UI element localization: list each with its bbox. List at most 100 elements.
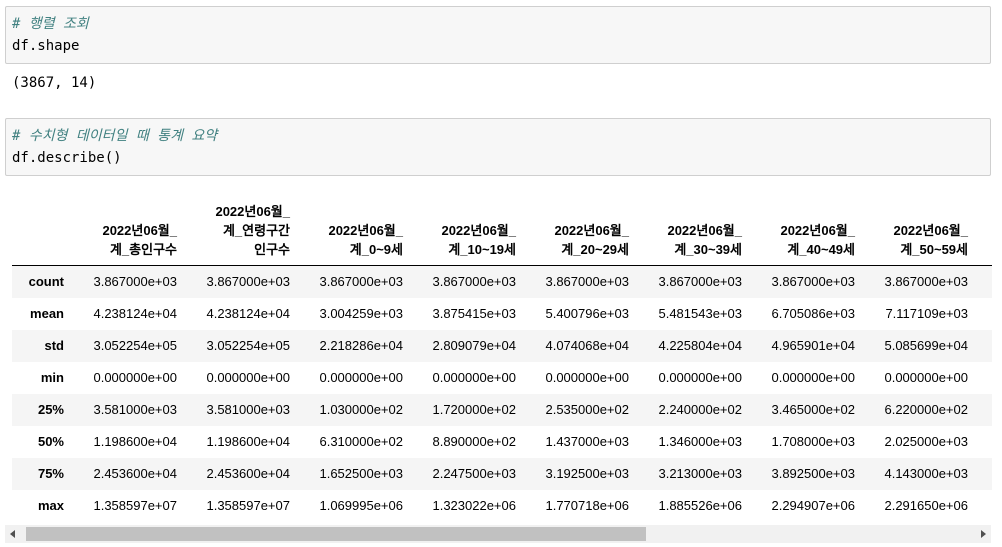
code-cell-describe[interactable]: # 수치형 데이터일 때 통계 요약 df.describe() [5, 118, 991, 176]
column-header-line: 2022년06월_ [893, 223, 968, 238]
column-header-line: 계_10~19세 [448, 242, 516, 257]
index-header [12, 186, 72, 266]
table-cell: 1.358597e+07 [93, 498, 177, 513]
column-header: 2022년06월_ 계_20~29세 [524, 186, 637, 266]
arrow-left-icon[interactable] [10, 530, 15, 538]
table-cell: 1.70 [976, 490, 992, 517]
table-cell: 1.770718e+06 [545, 498, 629, 513]
table-cell: 3.867000e+03 [206, 274, 290, 290]
table-header-row: 2022년06월_ 계_총인구수 2022년06월_ 계_연령구간 인구수 2022년06… [12, 186, 992, 266]
table-cell: 2.240000e+02 [658, 402, 742, 417]
table-cell: 5.481543e+03 [658, 306, 742, 321]
table-cell: 0.00 [976, 362, 992, 394]
table-cell: 0.000000e+00 [771, 370, 855, 385]
row-label: count [28, 274, 64, 290]
table-cell: 2.218286e+04 [319, 338, 403, 353]
column-header-line: 계_30~39세 [674, 242, 742, 257]
table-cell: 3.213000e+03 [658, 466, 742, 481]
column-header-line: 계_20~29세 [561, 242, 629, 257]
table-cell: 4.143000e+03 [884, 466, 968, 481]
table-cell: 3.892500e+03 [771, 466, 855, 481]
cell-output-shape: (3867, 14) [12, 75, 97, 91]
table-cell: 1.198600e+04 [206, 434, 290, 449]
table-cell: 4.225804e+04 [658, 338, 742, 353]
table-cell: 3.867000e+03 [93, 274, 177, 290]
table-row: count 3.867000e+03 3.867000e+03 3.867000e+0… [12, 265, 992, 298]
horizontal-scrollbar[interactable] [5, 525, 991, 543]
column-header-line: 계_연령구간 [222, 223, 290, 238]
column-header: 2022년06월_ 계_30~39세 [637, 186, 750, 266]
code-comment: # 행렬 조회 [12, 16, 89, 32]
column-header-line: 2022년06월_ [780, 223, 855, 238]
describe-table: 2022년06월_ 계_총인구수 2022년06월_ 계_연령구간 인구수 2022년06… [12, 186, 992, 516]
column-header: 2022년06월_ 계_0~9세 [298, 186, 411, 266]
row-label: 75% [37, 466, 64, 481]
column-header-line: 계_0~9세 [349, 242, 403, 257]
table-cell: 3.22 [976, 458, 992, 490]
table-cell: 3.867000e+03 [771, 274, 855, 290]
table-row: max 1.358597e+07 1.358597e+07 1.069995e+06 1… [12, 489, 992, 517]
table-cell: 3.867000e+03 [884, 274, 968, 290]
table-cell: 4.238124e+04 [93, 306, 177, 321]
table-cell: 6.220000e+02 [884, 402, 968, 417]
table-cell: 1.437000e+03 [545, 434, 629, 449]
table-cell: 4.965901e+04 [771, 338, 855, 353]
table-cell: 3.052254e+05 [93, 338, 177, 353]
arrow-right-icon[interactable] [981, 530, 986, 538]
column-header-line: 2022년06월_ [441, 223, 516, 238]
table-cell: 1.346000e+03 [658, 434, 742, 449]
column-header-line: 계_50~59세 [900, 242, 968, 257]
column-header: 2022년06월_ 계_총인구수 [72, 186, 185, 266]
table-cell: 0.000000e+00 [884, 370, 968, 385]
scrollbar-thumb[interactable] [26, 527, 646, 541]
column-header-line: 2022년06월_ [667, 223, 742, 238]
table-cell: 1.720000e+02 [432, 402, 516, 417]
column-header-line: 계_총인구수 [109, 242, 177, 257]
code-cell-shape[interactable]: # 행렬 조회 df.shape [5, 6, 991, 64]
table-cell: 3.867000e+03 [976, 266, 992, 298]
table-cell: 7.92 [976, 394, 992, 426]
column-header-line: 2022년06월_ [102, 223, 177, 238]
table-cell: 3.581000e+03 [93, 402, 177, 417]
table-cell: 3.875415e+03 [432, 306, 516, 321]
table-cell: 2.535000e+02 [545, 402, 629, 417]
table-cell: 5.400796e+03 [545, 306, 629, 321]
table-cell: 3.052254e+05 [206, 338, 290, 353]
table-cell: 3.867000e+03 [545, 274, 629, 290]
table-row: 75% 2.453600e+04 2.453600e+04 1.652500e+03 2… [12, 457, 992, 490]
table-cell: 7.117109e+03 [885, 306, 968, 321]
table-cell: 6.705086e+03 [771, 306, 855, 321]
column-header: 2022년06월_계_60~69세 [976, 186, 992, 266]
table-cell: 2.025000e+03 [884, 434, 968, 449]
row-label: std [44, 338, 65, 353]
table-cell: 5.085699e+04 [884, 338, 968, 353]
table-cell: 6.310000e+02 [319, 434, 403, 449]
table-row: 50% 1.198600e+04 1.198600e+04 6.310000e+02 8… [12, 425, 992, 458]
code-line: df.shape [12, 38, 80, 54]
table-cell: 3.867000e+03 [319, 274, 403, 290]
table-row: std 3.052254e+05 3.052254e+05 2.218286e+04 2… [12, 329, 992, 362]
column-header: 2022년06월_ 계_40~49세 [750, 186, 863, 266]
column-header-line: 계_60~69세 [976, 240, 992, 259]
table-cell: 2.453600e+04 [206, 466, 290, 481]
column-header-line: 계_40~49세 [787, 242, 855, 257]
table-cell: 5.93 [976, 298, 992, 330]
table-cell: 8.890000e+02 [432, 434, 516, 449]
table-cell: 4.07 [976, 330, 992, 362]
table-cell: 2.809079e+04 [432, 338, 516, 353]
table-cell: 4.074068e+04 [545, 338, 629, 353]
table-cell: 1.030000e+02 [319, 402, 403, 417]
table-cell: 3.581000e+03 [206, 402, 290, 417]
table-cell: 3.867000e+03 [658, 274, 742, 290]
table-cell: 1.358597e+07 [206, 498, 290, 513]
table-row: min 0.000000e+00 0.000000e+00 0.000000e+00 0… [12, 361, 992, 394]
table-cell: 4.238124e+04 [206, 306, 290, 321]
table-row: mean 4.238124e+04 4.238124e+04 3.004259e+03… [12, 297, 992, 330]
column-header-line: 2022년06월_ [328, 223, 403, 238]
describe-output: 2022년06월_ 계_총인구수 2022년06월_ 계_연령구간 인구수 2022년06… [12, 186, 992, 516]
table-cell: 3.867000e+03 [432, 274, 516, 290]
table-cell: 1.652500e+03 [319, 466, 403, 481]
table-cell: 1.885526e+06 [658, 498, 742, 513]
table-cell: 0.000000e+00 [545, 370, 629, 385]
table-cell: 3.192500e+03 [545, 466, 629, 481]
